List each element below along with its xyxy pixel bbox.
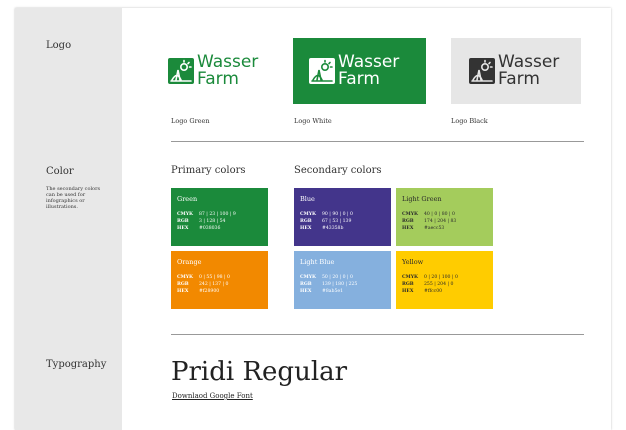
swatch-hex: HEX #aecc53 [402,226,445,231]
brand-guidelines-page: Logo Color The secondary colors can be u… [15,8,611,430]
swatch-hex: HEX #43358b [300,226,344,231]
color-swatch: Blue CMYK 90 | 90 | 0 | 0 RGB 67 | 53 | 139 H… [294,188,391,246]
swatch-hex: HEX #ffcc00 [402,289,443,294]
color-swatch: Yellow CMYK 0 | 20 | 100 | 0 RGB 255 | 204 |… [396,251,493,309]
logo-wordmark: Wasser Farm [197,52,259,89]
divider [171,141,584,142]
swatch-hex: HEX #038036 [177,226,221,231]
swatch-hex: HEX #f28900 [177,289,220,294]
color-swatch: Light Green CMYK 40 | 0 | 80 | 0 RGB 174 | 2… [396,188,493,246]
logo-black: Wasser Farm [451,38,581,104]
logo-caption: Logo Black [451,117,488,125]
primary-colors-heading: Primary colors [171,165,246,176]
swatch-name: Blue [300,195,315,203]
secondary-colors-heading: Secondary colors [294,165,382,176]
swatch-rgb: RGB 139 | 180 | 225 [300,282,358,287]
swatch-rgb: RGB 174 | 204 | 83 [402,219,457,224]
download-font-link[interactable]: Downlaod Google Font [172,392,253,400]
section-label-color: Color [46,166,74,177]
farm-mark-icon [469,58,495,84]
logo-caption: Logo White [294,117,332,125]
divider [171,334,584,335]
color-swatch: Light Blue CMYK 50 | 20 | 0 | 0 RGB 139 | 18… [294,251,391,309]
swatch-hex: HEX #8ab5e1 [300,289,344,294]
swatch-cmyk: CMYK 50 | 20 | 0 | 0 [300,275,353,280]
swatch-cmyk: CMYK 87 | 23 | 100 | 9 [177,212,236,217]
swatch-name: Green [177,195,198,203]
color-swatch: Green CMYK 87 | 23 | 100 | 9 RGB 3 | 128 | 5… [171,188,268,246]
swatch-name: Light Green [402,195,442,203]
color-note: The secondary colors can be used for inf… [46,186,101,210]
logo-green: Wasser Farm [168,38,273,104]
swatch-rgb: RGB 242 | 137 | 0 [177,282,229,287]
swatch-cmyk: CMYK 90 | 90 | 0 | 0 [300,212,353,217]
swatch-cmyk: CMYK 40 | 0 | 80 | 0 [402,212,455,217]
logo-caption: Logo Green [171,117,210,125]
swatch-rgb: RGB 67 | 53 | 139 [300,219,352,224]
swatch-name: Yellow [402,258,424,266]
swatch-name: Light Blue [300,258,335,266]
logo-wordmark: Wasser Farm [338,52,400,89]
section-label-logo: Logo [46,40,72,51]
swatch-rgb: RGB 255 | 204 | 0 [402,282,454,287]
farm-mark-icon [309,58,335,84]
color-swatch: Orange CMYK 0 | 55 | 98 | 0 RGB 242 | 137 | … [171,251,268,309]
swatch-cmyk: CMYK 0 | 20 | 100 | 0 [402,275,458,280]
swatch-rgb: RGB 3 | 128 | 54 [177,219,226,224]
farm-mark-icon [168,58,194,84]
logo-wordmark: Wasser Farm [498,52,560,89]
swatch-cmyk: CMYK 0 | 55 | 98 | 0 [177,275,230,280]
section-label-typography: Typography [46,359,107,370]
logo-white: Wasser Farm [293,38,426,104]
swatch-name: Orange [177,258,202,266]
typeface-sample: Pridi Regular [171,357,348,387]
sidebar: Logo Color The secondary colors can be u… [15,8,122,430]
